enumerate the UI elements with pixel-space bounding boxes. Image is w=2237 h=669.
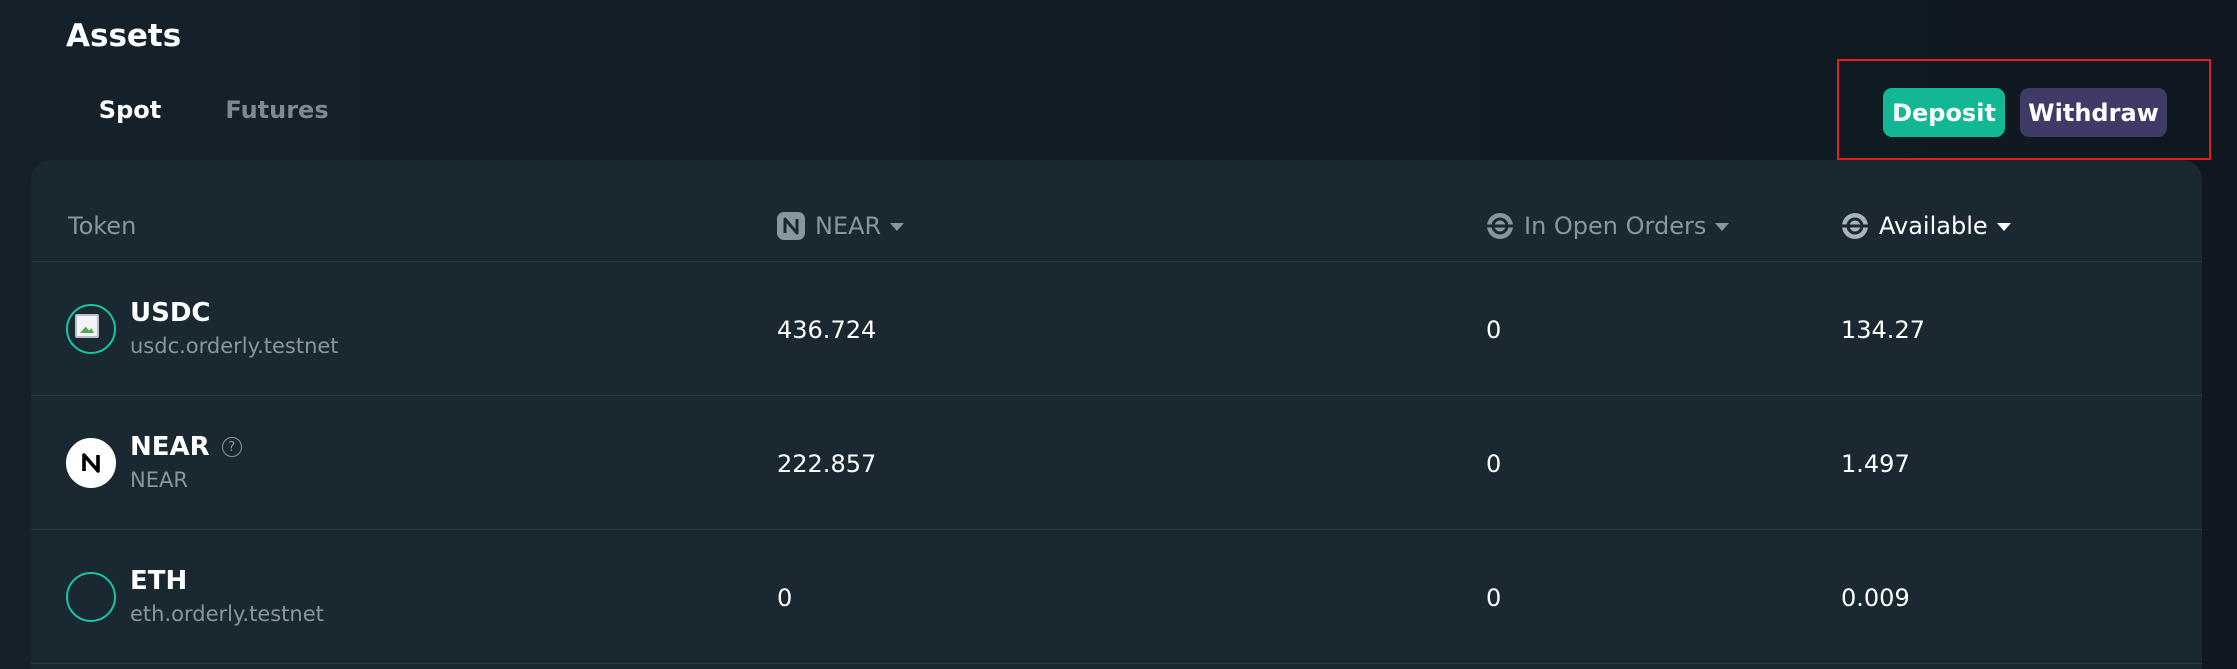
chevron-down-icon <box>1996 223 2011 231</box>
available-value: 134.27 <box>1841 316 1925 344</box>
page-title: Assets <box>66 18 182 54</box>
column-header-in-open-orders-label: In Open Orders <box>1524 212 1707 240</box>
table-row: ETH eth.orderly.testnet 0 0 0.009 <box>31 530 2202 664</box>
in-open-orders-value: 0 <box>1486 584 1502 612</box>
token-symbol: USDC <box>130 298 211 328</box>
token-symbol: NEAR <box>130 432 210 462</box>
token-symbol-with-help: NEAR ? <box>130 432 242 462</box>
in-open-orders-value: 0 <box>1486 450 1502 478</box>
chevron-down-icon <box>1715 223 1730 231</box>
chevron-down-icon <box>890 223 905 231</box>
column-header-near-label: NEAR <box>815 212 882 240</box>
token-contract: NEAR <box>130 468 188 492</box>
help-icon[interactable]: ? <box>221 437 242 457</box>
action-buttons-highlight: Deposit Withdraw <box>1837 59 2211 160</box>
near-logo-icon <box>777 212 805 240</box>
orderly-logo-icon <box>1841 212 1869 240</box>
assets-page: Assets Spot Futures Deposit Withdraw Tok… <box>0 0 2237 669</box>
in-open-orders-value: 0 <box>1486 316 1502 344</box>
assets-table: Token NEAR In Open Orders Available USDC… <box>31 160 2202 669</box>
table-header: Token NEAR In Open Orders Available <box>31 160 2202 262</box>
near-balance: 222.857 <box>777 450 877 478</box>
column-header-available-label: Available <box>1879 212 1988 240</box>
withdraw-button[interactable]: Withdraw <box>2020 88 2167 137</box>
orderly-logo-icon <box>1486 212 1514 240</box>
table-row: USDC usdc.orderly.testnet 436.724 0 134.… <box>31 262 2202 396</box>
deposit-button[interactable]: Deposit <box>1883 88 2005 137</box>
near-balance: 436.724 <box>777 316 877 344</box>
table-row: NEAR ? NEAR 222.857 0 1.497 <box>31 396 2202 530</box>
eth-token-icon <box>66 572 116 622</box>
near-balance: 0 <box>777 584 793 612</box>
token-contract: usdc.orderly.testnet <box>130 334 339 358</box>
token-contract: eth.orderly.testnet <box>130 602 324 626</box>
tab-futures[interactable]: Futures <box>194 96 360 164</box>
column-header-token: Token <box>68 212 137 240</box>
near-logo-icon <box>66 438 116 488</box>
column-header-in-open-orders[interactable]: In Open Orders <box>1486 212 1730 240</box>
asset-tabs: Spot Futures <box>66 96 360 164</box>
token-symbol: ETH <box>130 566 188 596</box>
broken-image-icon <box>66 304 116 354</box>
available-value: 1.497 <box>1841 450 1910 478</box>
column-header-available[interactable]: Available <box>1841 212 2011 240</box>
column-header-near[interactable]: NEAR <box>777 212 905 240</box>
tab-spot[interactable]: Spot <box>66 96 194 164</box>
available-value: 0.009 <box>1841 584 1910 612</box>
